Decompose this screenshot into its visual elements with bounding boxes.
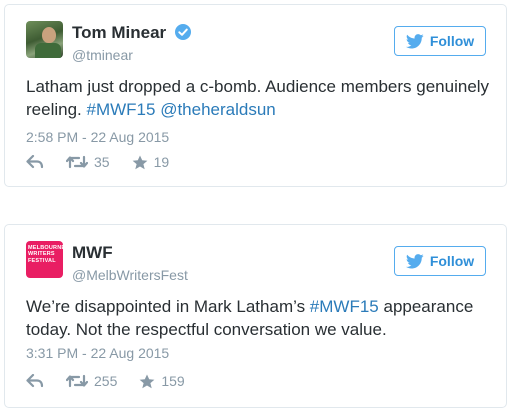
retweet-button[interactable]: 35: [66, 154, 110, 170]
avatar[interactable]: MELBOURNE WRITERS FESTIVAL: [26, 241, 63, 278]
retweet-icon: [66, 374, 88, 388]
author-block: MWF @MelbWritersFest: [72, 243, 188, 283]
retweet-button[interactable]: 255: [66, 373, 117, 389]
user-handle[interactable]: @tminear: [72, 47, 191, 63]
follow-label: Follow: [429, 253, 475, 269]
star-icon: [139, 374, 155, 388]
tweet-actions: 255 159: [26, 373, 207, 389]
tweet-text: Latham just dropped a c-bomb. Audience m…: [26, 75, 496, 121]
user-handle[interactable]: @MelbWritersFest: [72, 267, 188, 283]
festival-logo: MELBOURNE WRITERS FESTIVAL: [28, 245, 63, 264]
reply-button[interactable]: [26, 374, 44, 388]
like-count: 19: [153, 154, 170, 170]
reply-icon: [26, 155, 44, 169]
follow-button[interactable]: Follow: [394, 26, 486, 56]
like-count: 159: [161, 373, 185, 389]
mention-link[interactable]: @theheraldsun: [160, 100, 276, 119]
avatar-body: [35, 43, 61, 58]
avatar[interactable]: [26, 21, 63, 58]
display-name[interactable]: Tom Minear: [72, 23, 166, 43]
verified-badge-icon: [174, 24, 191, 40]
twitter-bird-icon: [405, 33, 424, 48]
reply-icon: [26, 374, 44, 388]
tweet-timestamp[interactable]: 2:58 PM - 22 Aug 2015: [26, 129, 169, 145]
logo-line: FESTIVAL: [28, 257, 56, 264]
tweet-text: We’re disappointed in Mark Latham’s #MWF…: [26, 295, 496, 341]
follow-label: Follow: [429, 33, 475, 49]
twitter-bird-icon: [405, 253, 424, 268]
tweet-text-before: We’re disappointed in Mark Latham’s: [26, 297, 310, 316]
author-block: Tom Minear @tminear: [72, 23, 191, 63]
hashtag-link[interactable]: #MWF15: [86, 100, 155, 119]
avatar-head: [42, 27, 56, 43]
like-button[interactable]: 19: [132, 154, 170, 170]
follow-button[interactable]: Follow: [394, 246, 486, 276]
tweet-timestamp[interactable]: 3:31 PM - 22 Aug 2015: [26, 345, 169, 361]
retweet-count: 255: [94, 373, 118, 389]
display-name[interactable]: MWF: [72, 243, 113, 263]
tweet-actions: 35 19: [26, 154, 191, 170]
retweet-count: 35: [94, 154, 110, 170]
retweet-icon: [66, 155, 88, 169]
tweet-card: Tom Minear @tminear Follow Latham just d…: [4, 4, 507, 187]
reply-button[interactable]: [26, 155, 44, 169]
like-button[interactable]: 159: [139, 373, 185, 389]
tweet-card: MELBOURNE WRITERS FESTIVAL MWF @MelbWrit…: [4, 224, 507, 408]
star-icon: [132, 155, 147, 169]
hashtag-link[interactable]: #MWF15: [310, 297, 379, 316]
